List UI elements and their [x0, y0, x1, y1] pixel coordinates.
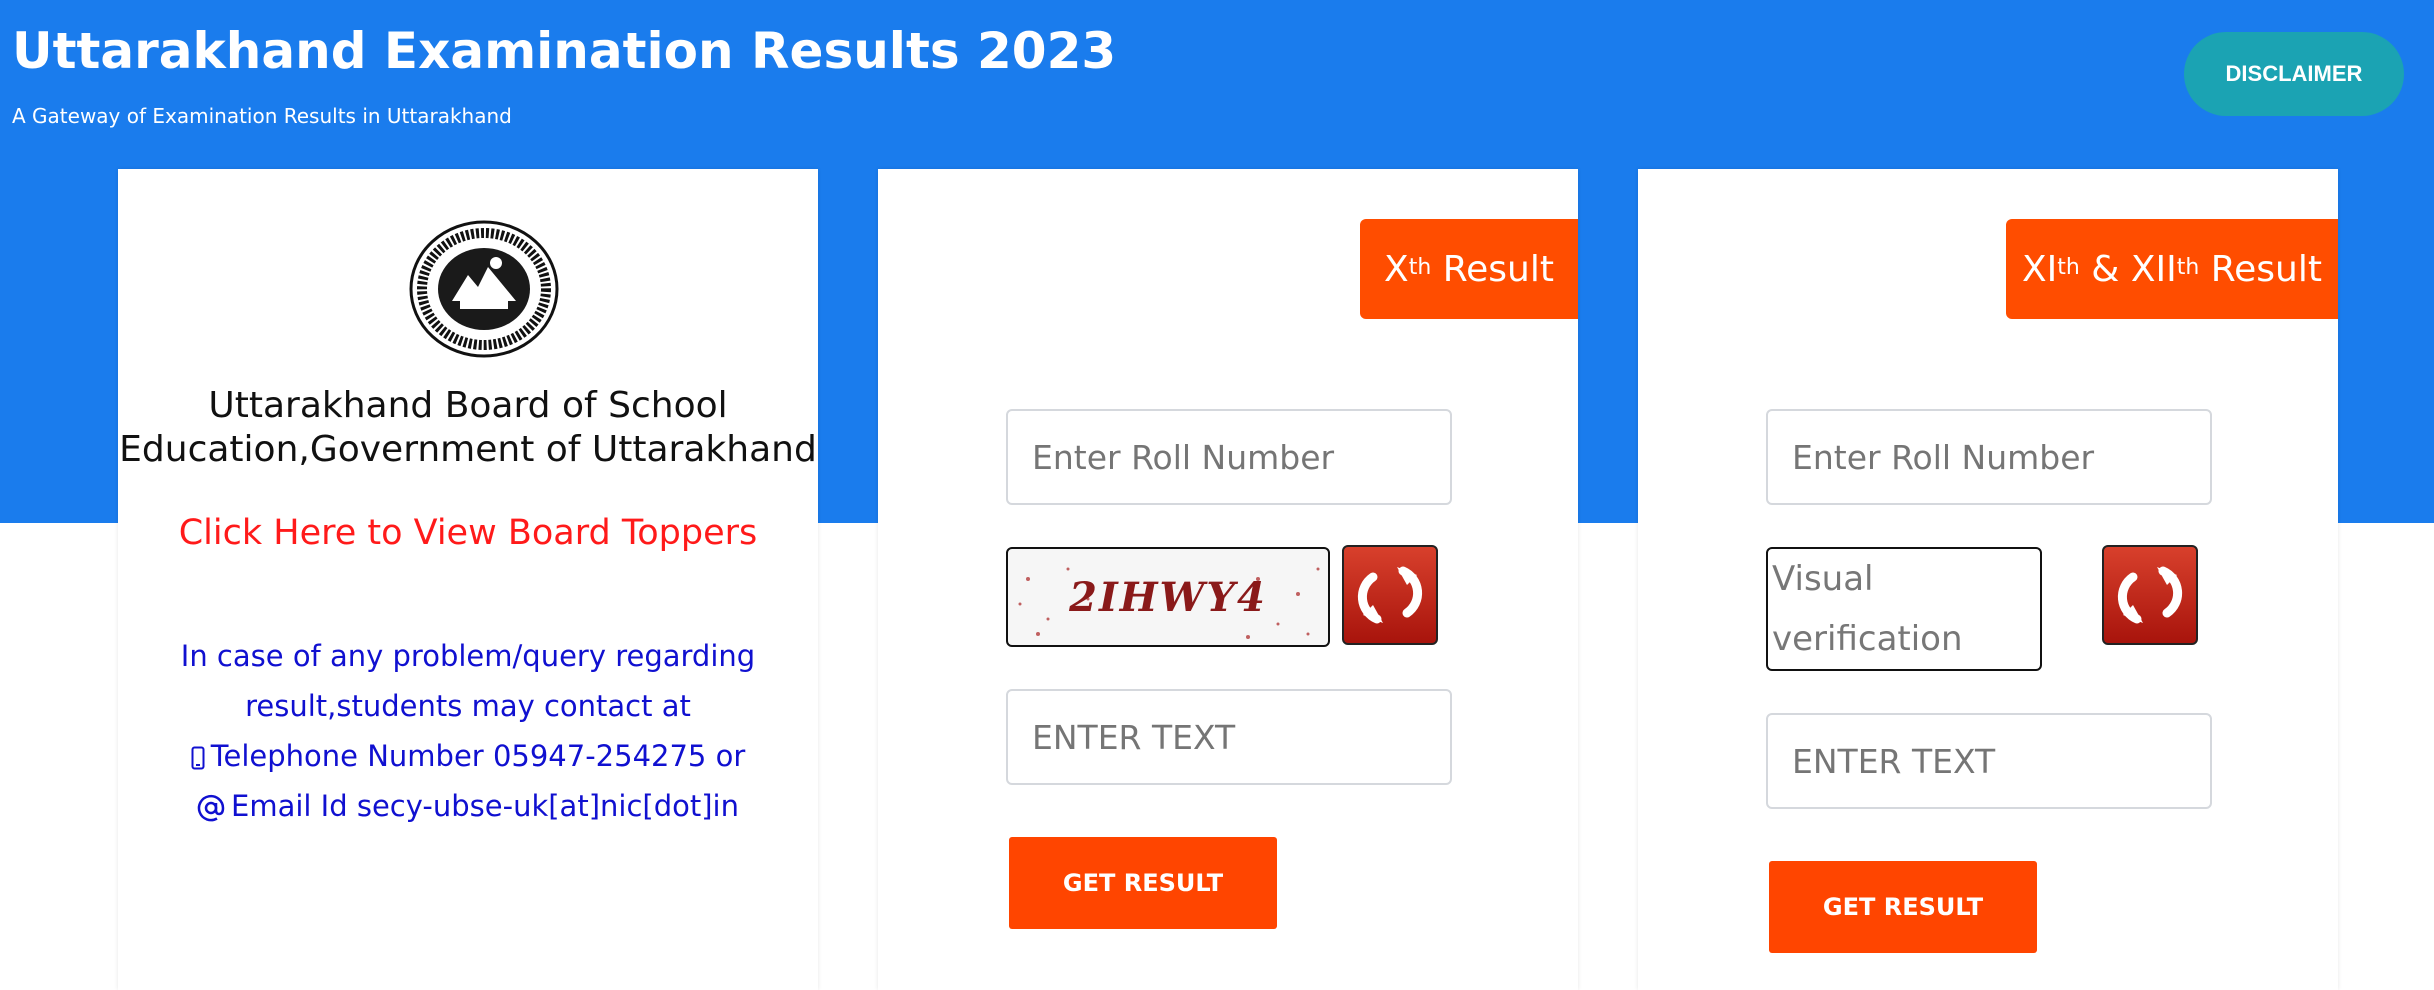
- board-emblem-icon: [409, 220, 559, 358]
- contact-phone: Telephone Number 05947-254275 or: [118, 731, 818, 781]
- contact-line-1: In case of any problem/query regarding: [180, 639, 756, 673]
- xii-tab-amp: & XII: [2079, 248, 2177, 290]
- x-tab-suffix: Result: [1431, 248, 1554, 290]
- board-name-line2: Education,Government of Uttarakhand: [119, 429, 817, 470]
- refresh-icon: [1357, 566, 1423, 624]
- x-tab-prefix: X: [1384, 248, 1409, 290]
- site-subtitle: A Gateway of Examination Results in Utta…: [12, 104, 512, 128]
- board-name-line1: Uttarakhand Board of School: [208, 385, 728, 426]
- x-result-tab: Xth Result: [1360, 219, 1578, 319]
- xii-captcha-alt: Visual verification: [1772, 559, 1963, 659]
- x-captcha-text: 2IHWY4: [1069, 573, 1267, 621]
- email-text: Email Id secy-ubse-uk[at]nic[dot]in: [231, 789, 739, 823]
- contact-email: Email Id secy-ubse-uk[at]nic[dot]in: [118, 781, 818, 831]
- phone-text: Telephone Number 05947-254275 or: [210, 739, 746, 773]
- xii-result-tab: XI th & XII th Result: [2006, 219, 2338, 319]
- board-name: Uttarakhand Board of School Education,Go…: [118, 384, 818, 472]
- xii-tab-sup1: th: [2057, 254, 2080, 280]
- xii-captcha-text-input[interactable]: [1766, 713, 2212, 809]
- refresh-icon: [2117, 566, 2183, 624]
- xii-get-result-button[interactable]: GET RESULT: [1769, 861, 2037, 953]
- board-info-card: Uttarakhand Board of School Education,Go…: [118, 169, 818, 990]
- xii-result-card: XIth & XIIth Result Visual verification …: [1638, 169, 2338, 990]
- xii-captcha-refresh-button[interactable]: [2102, 545, 2198, 645]
- view-board-toppers-link[interactable]: Click Here to View Board Toppers: [118, 513, 818, 553]
- xii-captcha-image: Visual verification: [1766, 547, 2042, 671]
- xii-roll-number-input[interactable]: [1766, 409, 2212, 505]
- mobile-phone-icon: [191, 746, 205, 770]
- x-get-result-button[interactable]: GET RESULT: [1009, 837, 1277, 929]
- x-tab-sup: th: [1408, 254, 1432, 280]
- x-roll-number-input[interactable]: [1006, 409, 1452, 505]
- x-result-card: Xth Result 2IHWY4 GET RESULT: [878, 169, 1578, 990]
- disclaimer-button[interactable]: DISCLAIMER: [2184, 32, 2404, 116]
- contact-info: In case of any problem/query regarding r…: [118, 631, 818, 831]
- xii-tab-part1: XI: [2022, 248, 2058, 290]
- at-sign-icon: [197, 794, 225, 822]
- xii-tab-suffix: Result: [2199, 248, 2322, 290]
- x-captcha-image: 2IHWY4: [1006, 547, 1330, 647]
- site-title: Uttarakhand Examination Results 2023: [12, 22, 1117, 80]
- contact-line-2: result,students may contact at: [245, 689, 691, 723]
- x-captcha-refresh-button[interactable]: [1342, 545, 1438, 645]
- x-captcha-text-input[interactable]: [1006, 689, 1452, 785]
- xii-tab-sup2: th: [2176, 254, 2200, 280]
